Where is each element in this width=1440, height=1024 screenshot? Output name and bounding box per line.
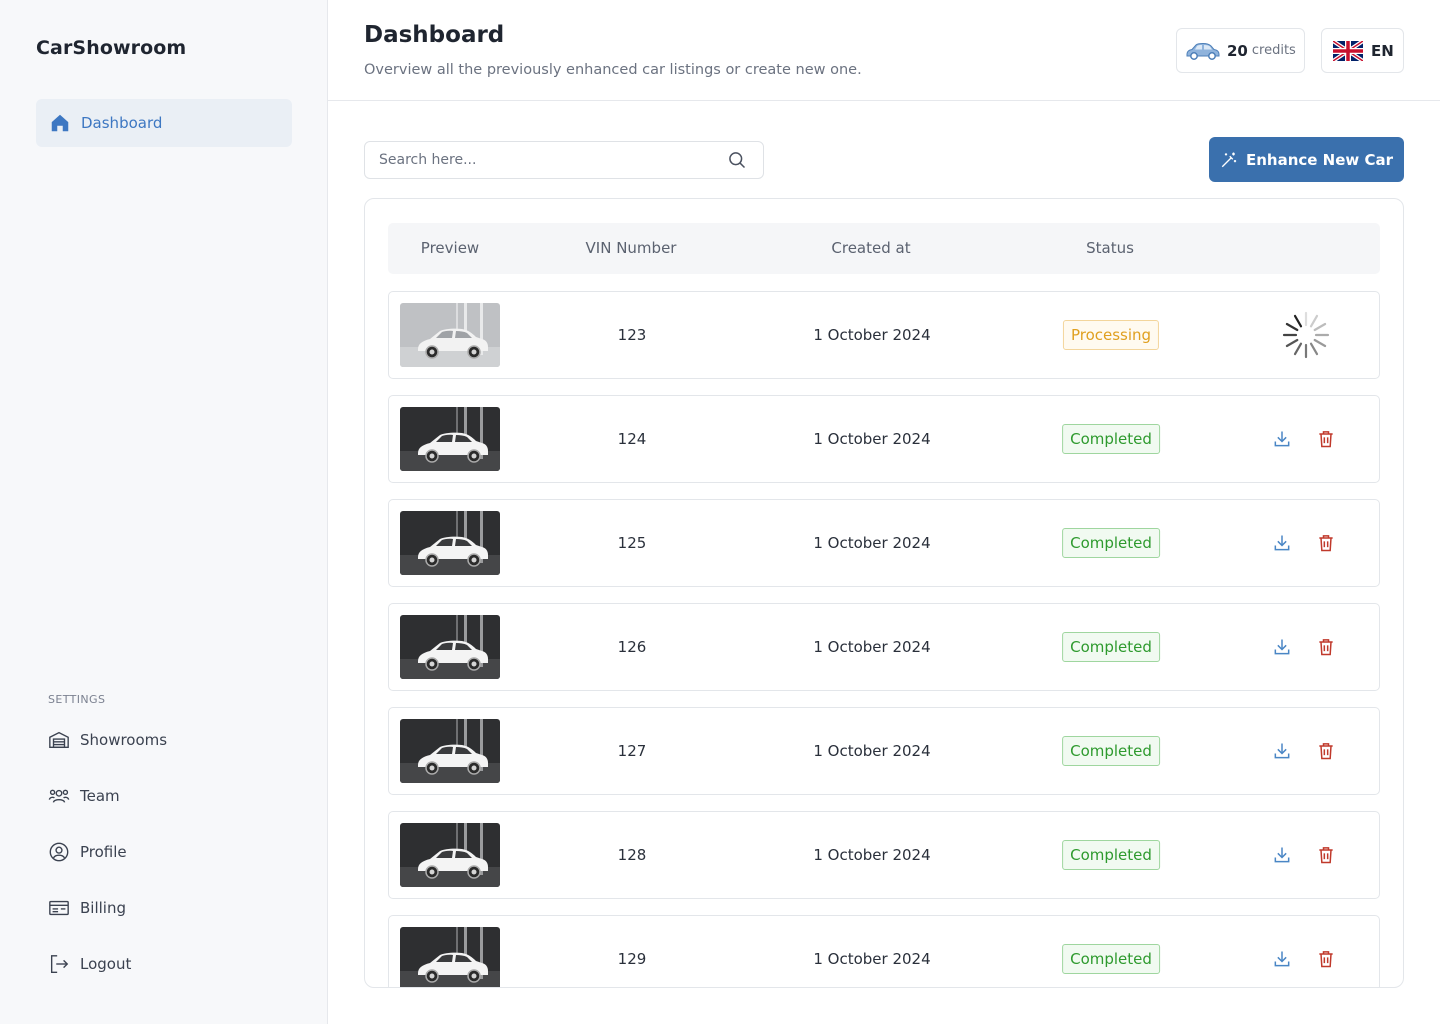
created-at-cell: 1 October 2024 — [813, 534, 931, 552]
sidebar-item-label: Dashboard — [81, 114, 163, 132]
status-badge: Completed — [1062, 528, 1160, 558]
column-header-created: Created at — [831, 239, 911, 257]
listings-table: Preview VIN Number Created at Status 123… — [364, 198, 1404, 988]
settings-section-title: SETTINGS — [48, 693, 106, 706]
sidebar-item-billing[interactable]: Billing — [48, 893, 126, 923]
sidebar-item-team[interactable]: Team — [48, 781, 120, 811]
sidebar-item-label: Showrooms — [80, 731, 168, 749]
sidebar-item-label: Logout — [80, 955, 132, 973]
status-badge: Completed — [1062, 736, 1160, 766]
sidebar-item-profile[interactable]: Profile — [48, 837, 127, 867]
delete-icon[interactable] — [1316, 845, 1336, 865]
car-preview-thumbnail[interactable] — [400, 407, 500, 471]
car-icon — [1186, 42, 1220, 60]
garage-icon — [49, 731, 69, 749]
download-icon[interactable] — [1272, 949, 1292, 969]
created-at-cell: 1 October 2024 — [813, 430, 931, 448]
vin-number-cell: 126 — [617, 638, 647, 656]
sidebar: CarShowroom Dashboard SETTINGS Showrooms… — [0, 0, 328, 1024]
credits-unit: credits — [1251, 43, 1296, 58]
language-code: EN — [1371, 41, 1394, 60]
download-icon[interactable] — [1272, 533, 1292, 553]
language-selector[interactable]: EN — [1321, 28, 1404, 73]
vin-number-cell: 128 — [617, 846, 647, 864]
table-row[interactable]: 125 1 October 2024 Completed — [388, 499, 1380, 587]
table-row[interactable]: 124 1 October 2024 Completed — [388, 395, 1380, 483]
status-badge: Completed — [1062, 840, 1160, 870]
table-row[interactable]: 128 1 October 2024 Completed — [388, 811, 1380, 899]
table-row[interactable]: 123 1 October 2024 Processing — [388, 291, 1380, 379]
car-thumbnail-image — [400, 407, 500, 471]
home-icon — [51, 114, 69, 132]
brand-logo: CarShowroom — [36, 37, 187, 59]
search-input[interactable] — [379, 142, 719, 178]
created-at-cell: 1 October 2024 — [813, 326, 931, 344]
billing-icon — [49, 900, 69, 916]
download-icon[interactable] — [1272, 741, 1292, 761]
vin-number-cell: 125 — [617, 534, 647, 552]
delete-icon[interactable] — [1316, 637, 1336, 657]
vin-number-cell: 129 — [617, 950, 647, 968]
sidebar-item-label: Team — [80, 787, 120, 805]
credits-count: 20 — [1227, 41, 1248, 60]
column-header-vin: VIN Number — [585, 239, 677, 257]
delete-icon[interactable] — [1316, 533, 1336, 553]
page-subtitle: Overview all the previously enhanced car… — [364, 62, 862, 78]
status-badge: Completed — [1062, 424, 1160, 454]
car-thumbnail-image — [400, 511, 500, 575]
created-at-cell: 1 October 2024 — [813, 742, 931, 760]
car-thumbnail-image — [400, 615, 500, 679]
delete-icon[interactable] — [1316, 741, 1336, 761]
column-header-status: Status — [1086, 239, 1134, 257]
table-row[interactable]: 127 1 October 2024 Completed — [388, 707, 1380, 795]
page-title: Dashboard — [364, 22, 505, 48]
search-icon[interactable] — [727, 150, 747, 170]
column-header-preview: Preview — [420, 239, 480, 257]
sidebar-item-showrooms[interactable]: Showrooms — [48, 725, 167, 755]
status-badge: Completed — [1062, 944, 1160, 974]
team-icon — [48, 789, 70, 803]
car-thumbnail-image — [400, 823, 500, 887]
enhance-button-label: Enhance New Car — [1245, 150, 1394, 169]
car-preview-thumbnail[interactable] — [400, 823, 500, 887]
car-preview-thumbnail[interactable] — [400, 511, 500, 575]
vin-number-cell: 127 — [617, 742, 647, 760]
car-thumbnail-image — [400, 303, 500, 367]
car-preview-thumbnail[interactable] — [400, 719, 500, 783]
download-icon[interactable] — [1272, 429, 1292, 449]
vin-number-cell: 123 — [617, 326, 647, 344]
created-at-cell: 1 October 2024 — [813, 950, 931, 968]
car-preview-thumbnail[interactable] — [400, 615, 500, 679]
delete-icon[interactable] — [1316, 429, 1336, 449]
magic-wand-icon — [1221, 152, 1237, 167]
loading-spinner-icon — [1282, 311, 1330, 359]
credits-badge[interactable]: 20 credits — [1176, 28, 1305, 73]
car-preview-thumbnail[interactable] — [400, 927, 500, 987]
car-thumbnail-image — [400, 927, 500, 987]
search-box[interactable] — [364, 141, 764, 179]
table-row[interactable]: 126 1 October 2024 Completed — [388, 603, 1380, 691]
sidebar-item-label: Billing — [80, 899, 126, 917]
page-header: Dashboard Overview all the previously en… — [328, 0, 1440, 101]
created-at-cell: 1 October 2024 — [813, 638, 931, 656]
logout-icon — [50, 955, 69, 973]
download-icon[interactable] — [1272, 637, 1292, 657]
download-icon[interactable] — [1272, 845, 1292, 865]
sidebar-item-dashboard[interactable]: Dashboard — [36, 99, 292, 147]
enhance-new-car-button[interactable]: Enhance New Car — [1209, 137, 1404, 182]
car-thumbnail-image — [400, 719, 500, 783]
status-badge: Processing — [1062, 320, 1160, 350]
created-at-cell: 1 October 2024 — [813, 846, 931, 864]
car-preview-thumbnail[interactable] — [400, 303, 500, 367]
sidebar-item-logout[interactable]: Logout — [48, 949, 131, 979]
vin-number-cell: 124 — [617, 430, 647, 448]
delete-icon[interactable] — [1316, 949, 1336, 969]
profile-icon — [49, 842, 69, 862]
uk-flag-icon — [1333, 40, 1363, 61]
table-header: Preview VIN Number Created at Status — [388, 223, 1380, 274]
status-badge: Completed — [1062, 632, 1160, 662]
sidebar-item-label: Profile — [80, 843, 127, 861]
table-row[interactable]: 129 1 October 2024 Completed — [388, 915, 1380, 987]
